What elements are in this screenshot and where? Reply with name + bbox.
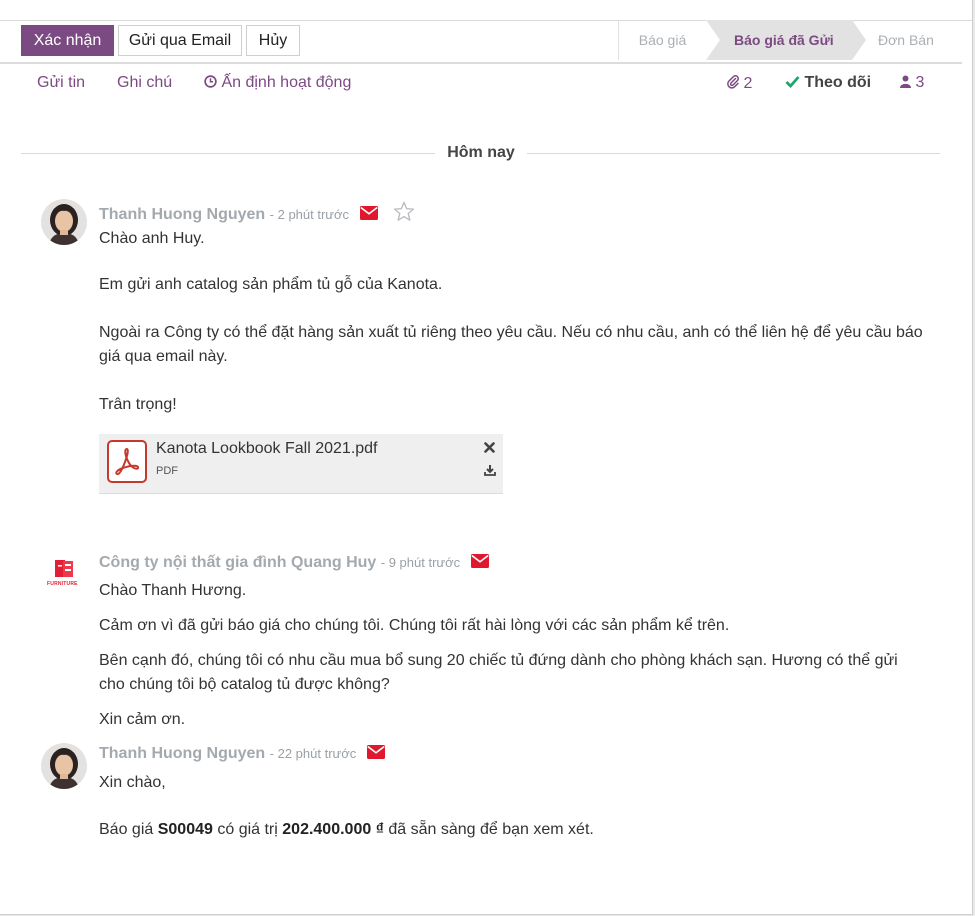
follow-button[interactable]: Theo dõi bbox=[785, 74, 871, 92]
message-text: Cảm ơn vì đã gửi báo giá cho chúng tôi. … bbox=[99, 617, 730, 634]
message-author[interactable]: Thanh Huong Nguyen bbox=[99, 206, 265, 223]
message-time: 22 phút trước bbox=[277, 746, 357, 761]
cancel-button[interactable]: Hủy bbox=[246, 25, 300, 56]
avatar[interactable] bbox=[41, 199, 87, 245]
message-text: Xin cảm ơn. bbox=[99, 711, 186, 728]
message-author[interactable]: Công ty nội thất gia đình Quang Huy bbox=[99, 554, 376, 571]
download-icon[interactable] bbox=[484, 464, 496, 476]
quote-reference[interactable]: S00049 bbox=[158, 821, 213, 838]
quote-amount: 202.400.000 ₫ bbox=[282, 821, 384, 838]
message-text: cho chúng tôi bộ catalog tủ được không? bbox=[99, 676, 390, 693]
person-photo-icon bbox=[41, 199, 87, 245]
attachment-name[interactable]: Kanota Lookbook Fall 2021.pdf bbox=[156, 440, 378, 458]
followers-button[interactable]: 3 bbox=[900, 74, 924, 92]
clock-icon bbox=[204, 75, 217, 88]
message-time: 2 phút trước bbox=[277, 207, 350, 222]
message-text: Xin chào, bbox=[99, 774, 166, 791]
avatar[interactable] bbox=[41, 743, 87, 789]
stage-arrow-out bbox=[852, 20, 866, 60]
chatter-topbar: Gửi tin Ghi chú Ấn định hoạt động 2 Theo… bbox=[0, 66, 962, 102]
send-message-button[interactable]: Gửi tin bbox=[37, 74, 85, 92]
stage-quotation[interactable]: Báo giá bbox=[618, 20, 706, 60]
stage-arrow-in bbox=[706, 20, 720, 60]
message-header: Thanh Huong Nguyen - 22 phút trước bbox=[99, 745, 385, 763]
star-icon[interactable] bbox=[393, 201, 415, 222]
follow-label: Theo dõi bbox=[804, 74, 872, 91]
message-text: Em gửi anh catalog sản phẩm tủ gỗ của Ka… bbox=[99, 276, 443, 293]
stage-sales-order[interactable]: Đơn Bán bbox=[852, 20, 962, 60]
quotation-summary: Báo giá S00049 có giá trị 202.400.000 ₫ … bbox=[99, 818, 594, 842]
separator-line-right bbox=[527, 153, 940, 154]
logo-caption: FURNITURE bbox=[47, 581, 78, 587]
message-text: Ngoài ra Công ty có thể đặt hàng sản xuấ… bbox=[99, 324, 923, 341]
attachment-type: PDF bbox=[156, 465, 178, 477]
stage-quotation-sent[interactable]: Báo giá đã Gửi bbox=[706, 20, 866, 60]
person-photo-icon bbox=[41, 743, 87, 789]
message-text: giá qua email này. bbox=[99, 348, 228, 365]
attachments-button[interactable]: 2 bbox=[727, 74, 752, 93]
schedule-activity-label: Ấn định hoạt động bbox=[221, 74, 352, 91]
envelope-icon bbox=[470, 554, 489, 568]
log-note-button[interactable]: Ghi chú bbox=[117, 74, 172, 92]
attachment-card[interactable]: Kanota Lookbook Fall 2021.pdf PDF bbox=[99, 434, 503, 494]
send-email-button[interactable]: Gửi qua Email bbox=[118, 25, 242, 56]
message-text: Bên cạnh đó, chúng tôi có nhu cầu mua bổ… bbox=[99, 652, 898, 669]
message-author[interactable]: Thanh Huong Nguyen bbox=[99, 745, 265, 762]
remove-icon[interactable] bbox=[484, 442, 495, 453]
quote-prefix: Báo giá bbox=[99, 821, 154, 838]
followers-count: 3 bbox=[915, 74, 925, 91]
message-text: Trân trọng! bbox=[99, 396, 177, 413]
message-header: Công ty nội thất gia đình Quang Huy - 9 … bbox=[99, 554, 489, 572]
quote-mid: có giá trị bbox=[217, 821, 278, 838]
check-icon bbox=[785, 76, 800, 89]
message-header: Thanh Huong Nguyen - 2 phút trước bbox=[99, 201, 415, 224]
date-separator: Hôm nay bbox=[447, 144, 515, 161]
quote-suffix: đã sẵn sàng để bạn xem xét. bbox=[388, 821, 594, 838]
paperclip-icon bbox=[727, 75, 739, 89]
envelope-icon bbox=[359, 206, 378, 220]
schedule-activity-button[interactable]: Ấn định hoạt động bbox=[204, 74, 351, 92]
message-time: 9 phút trước bbox=[388, 555, 461, 570]
stage-selector: Báo giá Báo giá đã Gửi Đơn Bán bbox=[618, 20, 962, 62]
company-logo[interactable]: FURNITURE bbox=[47, 557, 80, 589]
confirm-button[interactable]: Xác nhận bbox=[21, 25, 114, 56]
user-icon bbox=[900, 75, 911, 88]
pdf-icon bbox=[107, 440, 147, 483]
chatter-sheet: Xác nhận Gửi qua Email Hủy Báo giá Báo g… bbox=[0, 0, 973, 915]
envelope-icon bbox=[366, 745, 385, 759]
attachments-count: 2 bbox=[743, 75, 753, 92]
stage-label: Báo giá đã Gửi bbox=[734, 32, 834, 48]
message-text: Chào anh Huy. bbox=[99, 230, 205, 247]
statusbar: Xác nhận Gửi qua Email Hủy Báo giá Báo g… bbox=[0, 20, 962, 64]
separator-line-left bbox=[21, 153, 435, 154]
message-text: Chào Thanh Hương. bbox=[99, 582, 247, 599]
